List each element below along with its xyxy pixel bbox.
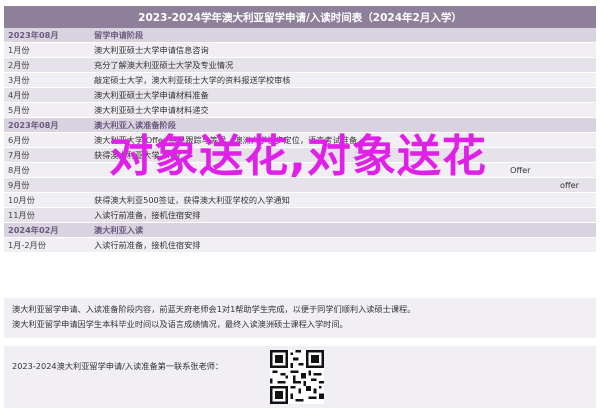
table-row: 1月份 澳大利亚硕士大学申请信息咨询	[4, 42, 596, 58]
row-text: 获得澳大利亚500签证，获得澳大利亚学校的入学通知	[90, 192, 596, 208]
table-row: 1月-2月份 入读行前准备，接机住宿安排	[4, 237, 596, 253]
table-row: 3月份 敲定硕士大学，澳大利亚硕士大学的资料报送学校审核	[4, 72, 596, 88]
row-date: 3月份	[4, 72, 90, 88]
footer-contact-text: 2023-2024澳大利亚留学申请/入读准备第一联系张老师：	[12, 361, 224, 371]
row-text: 澳大利亚硕士大学申请材料递交	[90, 102, 596, 118]
row-text: 入读行前准备，接机住宿安排	[90, 207, 596, 223]
row-text: 入读行前准备，接机住宿安排	[90, 237, 596, 253]
section-title: 澳大利亚入读	[90, 222, 596, 238]
qr-code-icon	[270, 350, 324, 404]
table-row: 2月份 充分了解澳大利亚硕士大学及专业情况	[4, 57, 596, 73]
note-line: 澳大利亚留学申请、入读准备阶段内容，前蓝天府老师会1对1帮助学生完成，以便于同学…	[12, 304, 416, 314]
section-header: 2024年02月 澳大利亚入读	[4, 222, 596, 238]
section-date: 2023年08月	[4, 28, 90, 43]
footer-panel: 2023-2024澳大利亚留学申请/入读准备第一联系张老师：	[4, 346, 596, 408]
note-line: 澳大利亚留学申请因学生本科毕业时间以及语言成绩情况，最终入读澳洲硕士课程入学时间…	[12, 319, 348, 329]
notes-panel: 澳大利亚留学申请、入读准备阶段内容，前蓝天府老师会1对1帮助学生完成，以便于同学…	[4, 298, 596, 338]
table-row: 4月份 澳大利亚硕士大学申请材料准备	[4, 87, 596, 103]
row-date: 11月份	[4, 207, 90, 223]
page: 2023-2024学年澳大利亚留学申请/入读时间表（2024年2月入学） 202…	[0, 0, 600, 417]
section-date: 2024年02月	[4, 222, 90, 238]
row-date: 4月份	[4, 87, 90, 103]
page-title: 2023-2024学年澳大利亚留学申请/入读时间表（2024年2月入学）	[4, 6, 596, 28]
row-date: 1月份	[4, 42, 90, 58]
row-text: 澳大利亚硕士大学申请材料准备	[90, 87, 596, 103]
overlay-watermark-text: 对象送花,对象送花	[109, 131, 487, 182]
row-date: 10月份	[4, 192, 90, 208]
row-date: 2月份	[4, 57, 90, 73]
row-text: 充分了解澳大利亚硕士大学及专业情况	[90, 57, 596, 73]
table-row: 10月份 获得澳大利亚500签证，获得澳大利亚学校的入学通知	[4, 192, 596, 208]
section-title: 留学申请阶段	[90, 28, 596, 43]
row-text: 敲定硕士大学，澳大利亚硕士大学的资料报送学校审核	[90, 72, 596, 88]
row-date: 1月-2月份	[4, 237, 90, 253]
row-text: 澳大利亚硕士大学申请信息咨询	[90, 42, 596, 58]
table-row: 11月份 入读行前准备，接机住宿安排	[4, 207, 596, 223]
section-header: 2023年08月 留学申请阶段	[4, 28, 596, 43]
table-row: 5月份 澳大利亚硕士大学申请材料递交	[4, 102, 596, 118]
row-date: 5月份	[4, 102, 90, 118]
